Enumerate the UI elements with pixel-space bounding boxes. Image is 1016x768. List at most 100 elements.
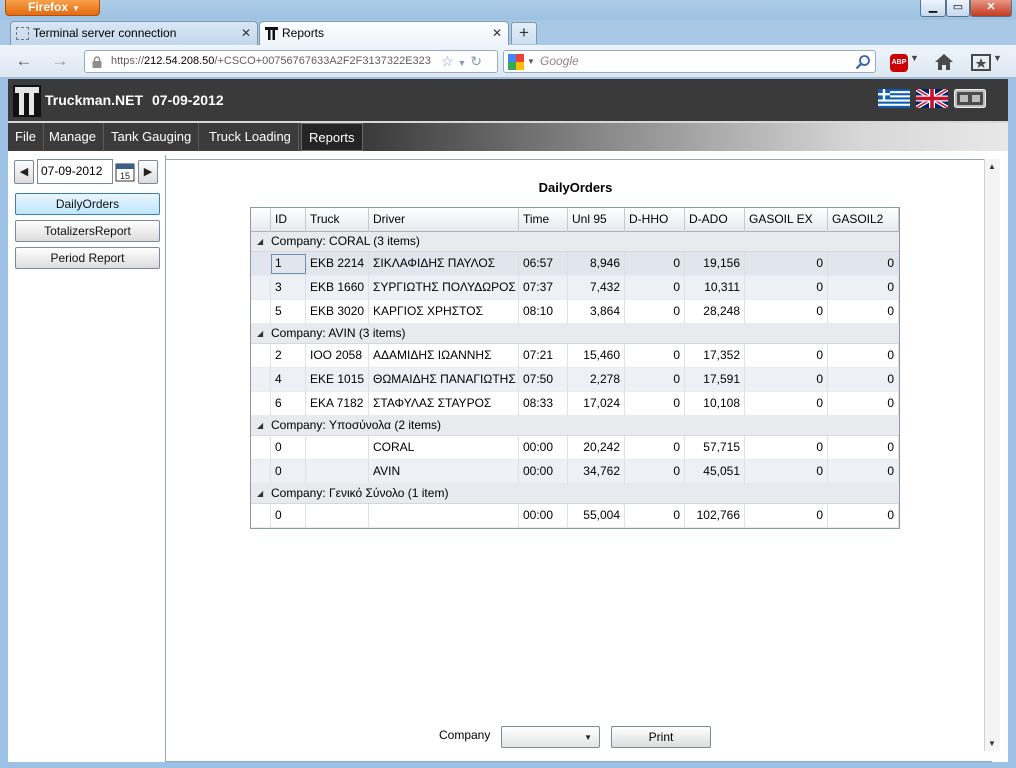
column-header-unl-95[interactable]: Unl 95 — [568, 208, 625, 232]
table-cell[interactable] — [306, 504, 369, 528]
tab-reports[interactable]: Reports ✕ — [259, 21, 509, 45]
scroll-up-icon[interactable]: ▲ — [988, 162, 996, 171]
table-cell[interactable]: 0 — [828, 276, 899, 300]
table-row[interactable]: 6 EKA 7182 ΣΤΑΦΥΛΑΣ ΣΤΑΥΡΟΣ 08:33 17,024 0 10,… — [251, 392, 899, 416]
collapse-group-icon[interactable]: ◢ — [257, 484, 263, 503]
table-cell[interactable]: 17,024 — [568, 392, 625, 416]
table-cell[interactable]: EKE 1015 — [306, 368, 369, 392]
table-cell[interactable]: EKA 7182 — [306, 392, 369, 416]
menu-reports[interactable]: Reports — [301, 123, 363, 151]
table-cell[interactable]: 07:50 — [519, 368, 568, 392]
chevron-down-icon[interactable]: ▼ — [993, 53, 1002, 63]
vertical-scrollbar[interactable]: ▲ ▼ — [984, 159, 1000, 751]
table-cell[interactable]: 20,242 — [568, 436, 625, 460]
table-cell[interactable]: 0 — [828, 344, 899, 368]
table-cell[interactable]: 0 — [625, 368, 685, 392]
table-cell[interactable]: 34,762 — [568, 460, 625, 484]
table-cell[interactable]: 0 — [828, 300, 899, 324]
table-cell[interactable]: 0 — [745, 344, 828, 368]
close-tab-icon[interactable]: ✕ — [492, 22, 502, 44]
uk-flag-icon[interactable] — [916, 89, 948, 108]
table-cell[interactable]: 0 — [625, 300, 685, 324]
forward-arrow-icon[interactable]: → — [48, 51, 72, 71]
table-cell[interactable]: 6 — [271, 392, 306, 416]
exit-icon[interactable] — [954, 89, 986, 108]
table-cell[interactable]: 0 — [625, 392, 685, 416]
reload-icon[interactable]: ↻ — [470, 53, 482, 69]
table-cell[interactable]: 3,864 — [568, 300, 625, 324]
table-cell[interactable]: 00:00 — [519, 504, 568, 528]
collapse-group-icon[interactable]: ◢ — [257, 416, 263, 435]
table-cell[interactable]: 0 — [625, 436, 685, 460]
table-row[interactable]: 2 IOO 2058 ΑΔΑΜΙΔΗΣ ΙΩΑΝΝΗΣ 07:21 15,460 0 17,… — [251, 344, 899, 368]
table-cell[interactable]: 10,108 — [685, 392, 745, 416]
table-cell[interactable]: ΣΤΑΦΥΛΑΣ ΣΤΑΥΡΟΣ — [369, 392, 519, 416]
table-cell[interactable]: 19,156 — [685, 252, 745, 276]
chevron-down-icon[interactable]: ▼ — [910, 53, 919, 63]
daily-orders-button[interactable]: DailyOrders — [15, 193, 160, 215]
table-cell[interactable]: 0 — [625, 504, 685, 528]
table-cell[interactable]: 17,352 — [685, 344, 745, 368]
table-cell[interactable]: ΣΥΡΓΙΩΤΗΣ ΠΟΛΥΔΩΡΟΣ — [369, 276, 519, 300]
bookmarks-icon[interactable] — [971, 53, 991, 71]
previous-date-button[interactable]: ◀ — [14, 160, 34, 184]
table-cell[interactable]: 00:00 — [519, 436, 568, 460]
column-header-gasoil2[interactable]: GASOIL2 — [828, 208, 899, 232]
table-cell[interactable]: 0 — [828, 368, 899, 392]
tab-terminal-server[interactable]: Terminal server connection ✕ — [10, 21, 258, 45]
table-cell[interactable]: 2 — [271, 344, 306, 368]
table-cell[interactable]: EKB 2214 — [306, 252, 369, 276]
table-cell[interactable]: 00:00 — [519, 460, 568, 484]
company-select[interactable]: ▼ — [501, 726, 600, 748]
table-cell[interactable]: ΘΩΜΑΙΔΗΣ ΠΑΝΑΓΙΩΤΗΣ — [369, 368, 519, 392]
table-row[interactable]: 0 AVIN 00:00 34,762 0 45,051 0 0 — [251, 460, 899, 484]
table-cell[interactable]: 3 — [271, 276, 306, 300]
table-cell[interactable]: ΚΑΡΓΙΟΣ ΧΡΗΣΤΟΣ — [369, 300, 519, 324]
greek-flag-icon[interactable] — [878, 89, 910, 108]
table-cell[interactable]: 0 — [271, 460, 306, 484]
table-cell[interactable]: 102,766 — [685, 504, 745, 528]
next-date-button[interactable]: ▶ — [138, 160, 158, 184]
table-cell[interactable]: 2,278 — [568, 368, 625, 392]
table-cell[interactable]: 06:57 — [519, 252, 568, 276]
table-row[interactable]: 0 00:00 55,004 0 102,766 0 0 — [251, 504, 899, 528]
table-cell[interactable]: 17,591 — [685, 368, 745, 392]
table-cell[interactable]: 0 — [625, 276, 685, 300]
table-cell[interactable]: 0 — [828, 504, 899, 528]
table-cell[interactable]: 0 — [745, 504, 828, 528]
menu-file[interactable]: File — [8, 123, 44, 151]
scroll-down-icon[interactable]: ▼ — [988, 739, 996, 748]
table-row[interactable]: 0 CORAL 00:00 20,242 0 57,715 0 0 — [251, 436, 899, 460]
new-tab-button[interactable]: + — [511, 22, 537, 44]
table-cell[interactable]: ΑΔΑΜΙΔΗΣ ΙΩΑΝΝΗΣ — [369, 344, 519, 368]
table-cell[interactable]: 0 — [745, 276, 828, 300]
group-header[interactable]: ◢ Company: Γενικό Σύνολο (1 item) — [251, 484, 899, 504]
calendar-icon[interactable]: 15 — [115, 162, 135, 182]
dropdown-arrow-icon[interactable]: ▼ — [457, 58, 466, 68]
table-cell[interactable]: 0 — [828, 252, 899, 276]
table-cell[interactable]: 07:37 — [519, 276, 568, 300]
table-cell[interactable]: 28,248 — [685, 300, 745, 324]
menu-tank-gauging[interactable]: Tank Gauging — [104, 123, 200, 151]
date-field[interactable]: 07-09-2012 — [37, 159, 113, 184]
column-header-driver[interactable]: Driver — [369, 208, 519, 232]
column-header-d-ado[interactable]: D-ADO — [685, 208, 745, 232]
table-cell[interactable] — [369, 504, 519, 528]
table-cell[interactable]: 0 — [745, 436, 828, 460]
column-header-id[interactable]: ID — [271, 208, 306, 232]
table-cell[interactable]: 08:10 — [519, 300, 568, 324]
table-cell[interactable]: 7,432 — [568, 276, 625, 300]
menu-manage[interactable]: Manage — [42, 123, 104, 151]
back-arrow-icon[interactable]: ← — [12, 51, 36, 71]
table-row[interactable]: 5 EKB 3020 ΚΑΡΓΙΟΣ ΧΡΗΣΤΟΣ 08:10 3,864 0 28,24… — [251, 300, 899, 324]
table-cell[interactable]: 10,311 — [685, 276, 745, 300]
table-cell[interactable]: CORAL — [369, 436, 519, 460]
print-button[interactable]: Print — [611, 726, 711, 748]
group-header[interactable]: ◢ Company: CORAL (3 items) — [251, 232, 899, 252]
table-row[interactable]: 1 EKB 2214 ΣΙΚΛΑΦΙΔΗΣ ΠΑΥΛΟΣ 06:57 8,946 0 19,… — [251, 252, 899, 276]
table-cell[interactable]: 45,051 — [685, 460, 745, 484]
group-header[interactable]: ◢ Company: AVIN (3 items) — [251, 324, 899, 344]
maximize-button[interactable]: ▭ — [946, 0, 970, 17]
table-cell[interactable]: 55,004 — [568, 504, 625, 528]
adblock-plus-icon[interactable]: ABP — [890, 54, 908, 72]
